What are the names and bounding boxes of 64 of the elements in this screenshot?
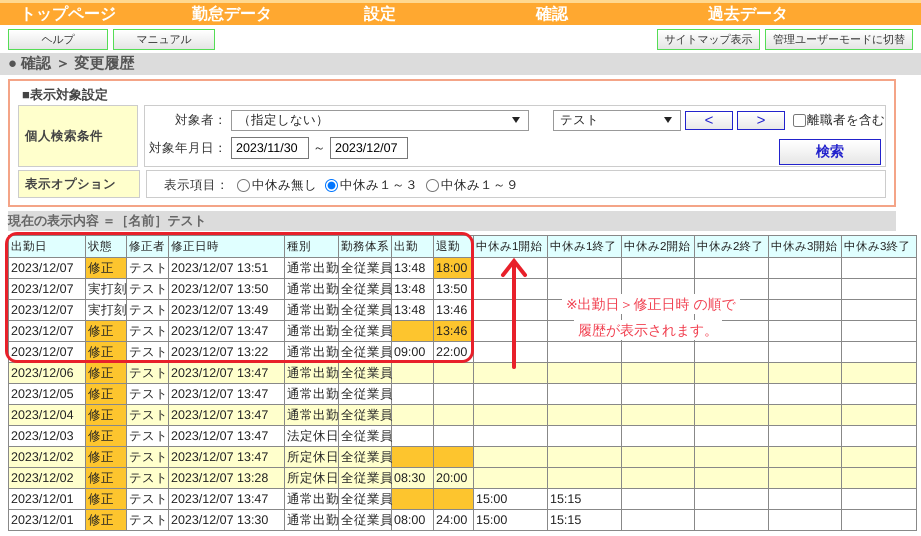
nav-button[interactable]: サイトマップ表示	[657, 29, 760, 50]
current-display-bar: 現在の表示内容 ＝［名前］テスト	[8, 211, 896, 231]
row-label: 個人検索条件	[18, 105, 138, 167]
column-header: 出勤日	[8, 236, 86, 258]
column-header: 中休み2終了	[694, 236, 768, 258]
column-header: 修正日時	[168, 236, 284, 258]
radio-button[interactable]	[426, 178, 439, 192]
table-cell: 08:00	[392, 510, 434, 530]
radio-label: 中休み１～３	[340, 176, 418, 194]
column-header: 出勤	[392, 236, 434, 258]
column-header: 中休み1開始	[474, 236, 548, 258]
checkbox-label: 離職者を含む	[807, 112, 885, 128]
column-header: 中休み2開始	[622, 236, 694, 258]
radio-label: 中休み無し	[252, 176, 317, 194]
table-cell: 修正	[86, 426, 126, 446]
table-cell: 修正	[86, 468, 126, 488]
column-header: 修正者	[126, 236, 168, 258]
table-cell: 修正	[86, 404, 126, 426]
column-header: 状態	[86, 236, 126, 258]
field-label: 対象年月日：	[148, 140, 227, 156]
table-cell: 2023/12/07 13:30	[168, 510, 284, 530]
field-label: 表示項目：	[163, 176, 229, 194]
radio-button[interactable]	[325, 178, 338, 192]
column-header: 中休み3終了	[842, 236, 916, 258]
table-cell: 修正	[86, 258, 126, 278]
next-button[interactable]: >	[737, 110, 785, 130]
nav-button[interactable]: マニュアル	[113, 29, 215, 50]
retired-checkbox[interactable]	[793, 114, 806, 126]
caret-icon	[664, 117, 672, 123]
nav-button[interactable]: ヘルプ	[8, 29, 108, 50]
radio-button[interactable]	[237, 178, 250, 192]
column-header: 勤務体系	[338, 236, 392, 258]
table-cell: 修正	[86, 488, 126, 510]
column-header: 退勤	[434, 236, 474, 258]
column-header: 種別	[284, 236, 338, 258]
breadcrumb: ● 確認 ＞ 変更履歴	[0, 53, 921, 75]
table-cell: 24:00	[434, 510, 474, 530]
annotation-note: ※出勤日＞修正日時 の順で 履歴が表示されます。	[556, 291, 770, 343]
column-header: 中休み3開始	[768, 236, 842, 258]
table-cell: 2023/12/01	[8, 510, 86, 530]
previous-button[interactable]: <	[685, 110, 733, 130]
nav-button[interactable]: 管理ユーザーモードに切替	[765, 29, 913, 50]
table-cell: 通常出勤	[284, 510, 338, 530]
column-header: 中休み1終了	[548, 236, 622, 258]
table-cell: 修正	[86, 510, 126, 530]
table-cell: 全従業員	[338, 510, 392, 530]
table-cell: 修正	[86, 362, 126, 384]
table-cell: テスト	[126, 510, 168, 530]
field-label: 対象者：	[174, 112, 227, 128]
date-from-field[interactable]: 2023/11/30	[231, 137, 309, 159]
radio-label: 中休み１～９	[441, 176, 519, 194]
employee-select[interactable]: （指定しない）	[231, 110, 529, 130]
panel-title: ■表示対象設定	[21, 86, 109, 102]
group-select[interactable]: テスト	[553, 110, 681, 130]
table-cell: 修正	[86, 446, 126, 468]
table-cell: 修正	[86, 384, 126, 404]
table-cell: 修正	[86, 320, 126, 342]
date-to-field[interactable]: 2023/12/07	[330, 137, 408, 159]
table-cell: 15:15	[548, 510, 622, 530]
range-separator: ～	[313, 140, 326, 156]
table-cell: 15:00	[474, 510, 548, 530]
row-label: 表示オプション	[18, 170, 140, 198]
search-button[interactable]: 検索	[779, 139, 881, 165]
caret-icon	[512, 117, 520, 123]
